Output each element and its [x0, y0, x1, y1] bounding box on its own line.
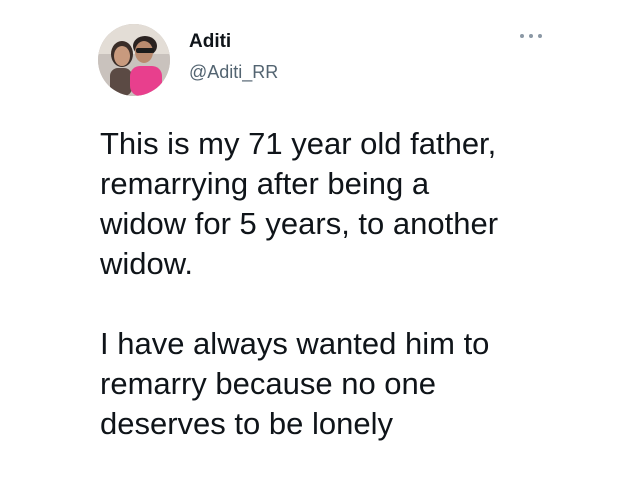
tweet-paragraph: This is my 71 year old father, remarryin…	[100, 124, 620, 284]
tweet-card: Aditi @Aditi_RR This is my 71 year old f…	[0, 0, 643, 481]
tweet-line: widow.	[100, 246, 194, 281]
more-horizontal-icon[interactable]	[516, 28, 546, 44]
avatar[interactable]	[98, 24, 170, 96]
avatar-photo	[98, 24, 170, 96]
author-handle[interactable]: @Aditi_RR	[189, 61, 278, 83]
tweet-line: I have always wanted him to	[100, 326, 490, 361]
tweet-line: remarrying after being a	[100, 166, 430, 201]
tweet-text: This is my 71 year old father, remarryin…	[100, 124, 620, 444]
tweet-line: remarry because no one	[100, 366, 437, 401]
author-name[interactable]: Aditi	[189, 31, 231, 53]
tweet-line: This is my 71 year old father,	[100, 126, 497, 161]
tweet-paragraph: I have always wanted him to remarry beca…	[100, 324, 620, 444]
tweet-line: widow for 5 years, to another	[100, 206, 499, 241]
tweet-line: deserves to be lonely	[100, 406, 393, 441]
